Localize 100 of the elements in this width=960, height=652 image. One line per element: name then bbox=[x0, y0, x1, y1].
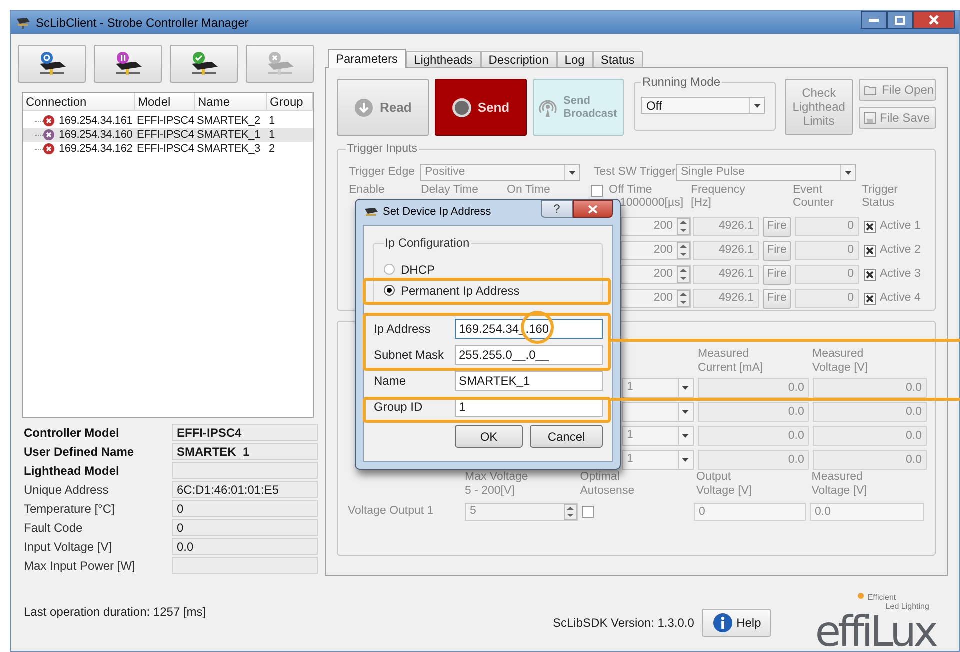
tab[interactable]: Status bbox=[592, 51, 643, 67]
caret-icon bbox=[754, 104, 761, 108]
table-cell-text: EFFI-IPSC4 bbox=[136, 114, 195, 129]
property-value: 0 bbox=[172, 500, 318, 517]
column-header: 1000000[µs] bbox=[619, 196, 685, 210]
minimize-button[interactable] bbox=[861, 11, 887, 29]
radio-label: DHCP bbox=[401, 262, 436, 278]
current-value: 0.0 bbox=[698, 426, 810, 446]
tab[interactable]: Parameters bbox=[328, 49, 406, 68]
column-header: Counter bbox=[793, 196, 835, 210]
send-button[interactable]: Send bbox=[434, 79, 527, 136]
table-cell-text: 169.254.34.162 bbox=[59, 142, 133, 157]
caret-icon bbox=[844, 170, 852, 175]
app-icon bbox=[15, 16, 31, 28]
maximize-button[interactable] bbox=[887, 11, 913, 29]
checkbox[interactable] bbox=[864, 268, 876, 280]
tab[interactable]: Lightheads bbox=[406, 51, 481, 67]
close-button[interactable] bbox=[573, 200, 613, 218]
cross-mark-icon bbox=[866, 294, 874, 302]
radio-button[interactable] bbox=[384, 285, 395, 296]
cross-mark-icon bbox=[866, 222, 874, 230]
property-label: Fault Code bbox=[24, 520, 84, 536]
input-field[interactable]: SMARTEK_1 bbox=[455, 371, 603, 391]
error-icon bbox=[43, 143, 55, 155]
antenna-icon bbox=[538, 98, 558, 118]
cancel-button[interactable]: Cancel bbox=[530, 425, 603, 448]
column-header: Event bbox=[793, 184, 824, 196]
column-header[interactable]: Group bbox=[267, 93, 313, 110]
measured-voltage-value: 0.0 bbox=[810, 503, 924, 521]
checkbox[interactable] bbox=[864, 220, 876, 232]
field-label: Group ID bbox=[373, 399, 424, 416]
column-header: Enable bbox=[349, 184, 386, 196]
logo-wordmark: effiLux bbox=[815, 611, 936, 652]
spinner-arrows-icon bbox=[677, 218, 690, 235]
status-label: Active 2 bbox=[880, 242, 921, 258]
toolbar-button[interactable] bbox=[18, 45, 86, 83]
frequency-value: 4926.1 bbox=[693, 217, 759, 236]
column-header: Delay Time bbox=[421, 184, 480, 196]
field-label: Subnet Mask bbox=[373, 347, 446, 364]
close-button[interactable] bbox=[913, 11, 955, 29]
checkbox[interactable] bbox=[591, 184, 603, 196]
toolbar-button[interactable] bbox=[94, 45, 162, 83]
maximize-icon bbox=[895, 16, 905, 24]
property-label: Controller Model bbox=[24, 424, 120, 442]
input-field[interactable]: 255.255.0__.0__ bbox=[455, 345, 603, 365]
column-header: Trigger bbox=[862, 184, 899, 196]
table-cell-text: 1 bbox=[268, 128, 276, 143]
caret-icon bbox=[682, 434, 690, 438]
output-voltage-value: 0 bbox=[694, 503, 806, 521]
column-header[interactable]: Model bbox=[135, 93, 195, 110]
error-icon bbox=[43, 115, 55, 127]
voltage-value: 0.0 bbox=[813, 450, 927, 470]
column-header: Output Voltage [V] bbox=[696, 470, 754, 498]
mode-dropdown[interactable]: Off bbox=[641, 97, 766, 114]
column-header: Frequency bbox=[691, 184, 746, 196]
ok-button[interactable]: OK bbox=[455, 425, 523, 448]
field-label: Name bbox=[373, 373, 408, 390]
checkbox[interactable] bbox=[864, 292, 876, 304]
column-header: Optimal Autosense bbox=[580, 470, 636, 498]
property-value: SMARTEK_1 bbox=[172, 443, 318, 460]
logo-tagline: Led Lighting bbox=[884, 602, 930, 611]
table-cell-text: SMARTEK_1 bbox=[196, 128, 262, 143]
table-cell-text: SMARTEK_3 bbox=[196, 142, 262, 157]
column-header: [Hz] bbox=[691, 196, 712, 210]
current-value: 0.0 bbox=[698, 378, 810, 398]
property-label: Temperature [°C] bbox=[24, 500, 116, 518]
table-cell-text: 1 bbox=[268, 114, 276, 129]
voltage-value: 0.0 bbox=[813, 426, 927, 446]
radio-label: Permanent Ip Address bbox=[401, 282, 520, 300]
tab[interactable]: Log bbox=[556, 51, 593, 67]
window-title: ScLibClient - Strobe Controller Manager bbox=[36, 14, 249, 32]
checkbox[interactable] bbox=[864, 244, 876, 256]
channel-dropdown[interactable] bbox=[622, 402, 694, 422]
property-value: 0 bbox=[172, 519, 318, 536]
spinner-arrows-icon bbox=[677, 290, 690, 307]
field-label: Ip Address bbox=[373, 321, 432, 338]
column-header[interactable]: Name bbox=[195, 93, 267, 110]
caret-icon bbox=[682, 410, 690, 414]
tab[interactable]: Description bbox=[480, 51, 557, 67]
connection-row[interactable]: 169.254.34.161 EFFI-IPSC4 SMARTEK_2 1 bbox=[23, 114, 313, 128]
voltage-value: 0.0 bbox=[813, 378, 927, 398]
property-label: User Defined Name bbox=[24, 444, 136, 460]
toolbar-button[interactable] bbox=[170, 45, 238, 83]
counter-value: 0 bbox=[795, 217, 859, 236]
caret-icon bbox=[682, 386, 690, 390]
column-header[interactable]: Connection bbox=[23, 93, 135, 110]
spinner-arrows-icon bbox=[677, 242, 690, 259]
dialog-title: Set Device Ip Address bbox=[383, 205, 492, 220]
frequency-value: 4926.1 bbox=[693, 265, 759, 284]
connection-row[interactable]: 169.254.34.160 EFFI-IPSC4 SMARTEK_1 1 bbox=[23, 128, 313, 142]
help-button[interactable]: ? bbox=[541, 200, 573, 218]
table-cell-text: EFFI-IPSC4 bbox=[136, 142, 195, 157]
connection-row[interactable]: 169.254.34.162 EFFI-IPSC4 SMARTEK_3 2 bbox=[23, 142, 313, 156]
group-title: Ip Configuration bbox=[384, 235, 471, 252]
radio-button[interactable] bbox=[384, 264, 395, 275]
checkbox[interactable] bbox=[582, 506, 594, 518]
table-cell-text: SMARTEK_2 bbox=[196, 114, 262, 129]
help-button[interactable]: Help bbox=[702, 609, 772, 637]
column-header: Measured Voltage [V] bbox=[812, 470, 868, 498]
property-label: Unique Address bbox=[24, 482, 110, 498]
